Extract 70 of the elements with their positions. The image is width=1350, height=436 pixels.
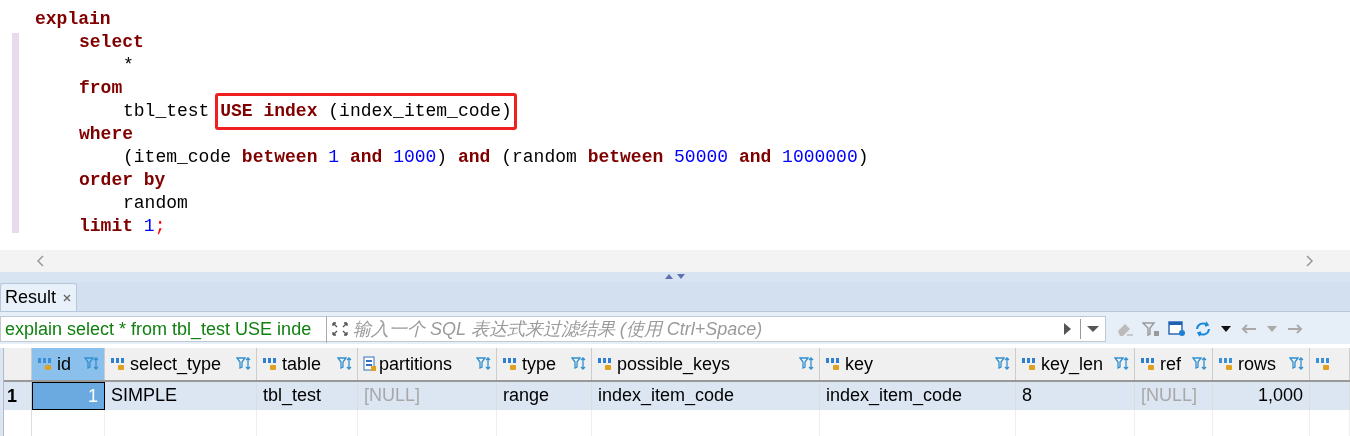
- column-name: key_len: [1041, 352, 1105, 377]
- filter-sort-icon[interactable]: [236, 356, 252, 372]
- column-header[interactable]: select_type: [105, 348, 257, 380]
- code-text: *: [123, 54, 134, 77]
- sql-editor[interactable]: explain select * from tbl_test USE index (index_item_code) where (item_code between 1 and 1000) and (random between 50000 and 1000000) order by random limit 1;: [30, 0, 1350, 250]
- column-name: table: [282, 352, 323, 376]
- table-cell: index_item_code: [592, 382, 820, 410]
- query-text: explain select * from tbl_test USE inde: [1, 315, 327, 343]
- close-icon[interactable]: [62, 292, 73, 303]
- expand-icon[interactable]: [331, 321, 349, 337]
- filter-sort-icon[interactable]: [1289, 356, 1305, 372]
- column-name: key: [845, 352, 874, 376]
- code-text: select: [79, 31, 144, 54]
- column-header[interactable]: key: [820, 348, 1016, 380]
- code-text: random: [123, 192, 188, 215]
- column-name: type: [522, 352, 558, 376]
- result-row[interactable]: 1 1 SIMPLE tbl_test [NULL] range index_item_code index_item_code 8 [NULL] 1,000: [4, 382, 1350, 410]
- code-text: from: [79, 77, 123, 100]
- column-header[interactable]: type: [497, 348, 592, 380]
- column-name: ref: [1160, 352, 1182, 376]
- column-header[interactable]: possible_keys: [592, 348, 820, 380]
- filter-sort-icon[interactable]: [476, 356, 492, 372]
- code-text: (item_code between 1 and 1000) and (random between 50000 and 1000000): [123, 146, 869, 169]
- filter-sort-icon[interactable]: [337, 356, 353, 372]
- table-settings-icon[interactable]: [1168, 321, 1186, 337]
- filter-input[interactable]: 输入一个 SQL 表达式来过滤结果 (使用 Ctrl+Space): [353, 315, 1054, 343]
- column-header[interactable]: id: [32, 348, 105, 380]
- table-cell: [NULL]: [358, 382, 497, 410]
- refresh-icon[interactable]: [1194, 321, 1212, 337]
- eraser-icon[interactable]: [1116, 321, 1134, 337]
- filter-sort-icon[interactable]: [799, 356, 815, 372]
- column-name: id: [57, 352, 72, 376]
- table-cell: 1,000: [1213, 382, 1310, 410]
- filter-sort-icon[interactable]: [995, 356, 1011, 372]
- splitter-arrows-icon[interactable]: [663, 272, 687, 280]
- table-cell: [NULL]: [1135, 382, 1213, 410]
- filter-icon[interactable]: [1142, 321, 1160, 337]
- filter-sort-icon[interactable]: [1192, 356, 1208, 372]
- dropdown-icon[interactable]: [1220, 325, 1232, 333]
- column-name: rows: [1238, 352, 1277, 376]
- column-header[interactable]: rows: [1213, 348, 1310, 380]
- forward-arrow-icon[interactable]: [1286, 323, 1304, 335]
- highlighted-code: USE index (index_item_code): [215, 93, 517, 130]
- filter-sort-icon[interactable]: [571, 356, 587, 372]
- table-cell: tbl_test: [257, 382, 358, 410]
- code-text: order by: [79, 169, 166, 192]
- table-icon: [363, 356, 377, 372]
- column-name: select_type: [130, 352, 223, 377]
- table-cell: 1: [32, 382, 105, 410]
- table-cell: index_item_code: [820, 382, 1016, 410]
- column-header[interactable]: ref: [1135, 348, 1213, 380]
- back-arrow-icon[interactable]: [1240, 323, 1258, 335]
- play-icon[interactable]: [1062, 322, 1072, 336]
- code-text: where: [79, 123, 133, 146]
- table-cell: SIMPLE: [105, 382, 257, 410]
- column-name: partitions: [379, 352, 454, 376]
- code-text: tbl_test: [123, 100, 211, 123]
- table-cell: 8: [1016, 382, 1135, 410]
- column-header[interactable]: key_len: [1016, 348, 1135, 380]
- result-tab[interactable]: Result: [0, 283, 78, 311]
- column-header[interactable]: table: [257, 348, 358, 380]
- filter-sort-icon[interactable]: [84, 356, 100, 372]
- code-text: limit 1;: [79, 215, 166, 238]
- filter-sort-icon[interactable]: [1114, 356, 1130, 372]
- code-text: explain: [35, 8, 111, 31]
- table-cell: range: [497, 382, 592, 410]
- dropdown-icon[interactable]: [1086, 325, 1100, 333]
- column-name: possible_keys: [617, 352, 732, 377]
- column-header[interactable]: partitions: [358, 348, 497, 380]
- filter-field[interactable]: explain select * from tbl_test USE inde 输入一个 SQL 表达式来过滤结果 (使用 Ctrl+Space): [0, 316, 1106, 342]
